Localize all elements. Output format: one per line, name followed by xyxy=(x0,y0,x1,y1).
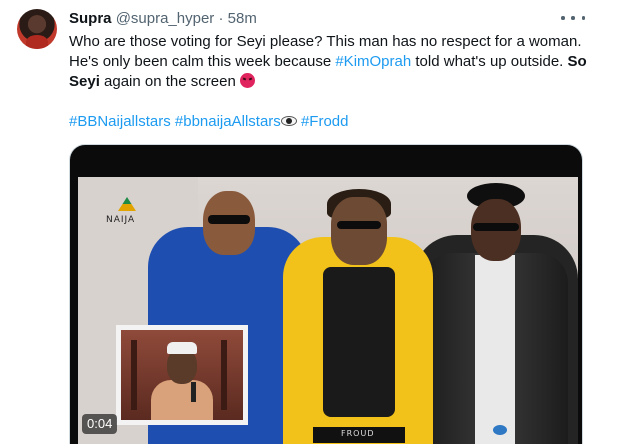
avatar[interactable] xyxy=(17,9,57,49)
person-head xyxy=(331,197,387,265)
hashtag-kimoprah[interactable]: #KimOprah xyxy=(335,53,411,70)
show-logo-text: NAIJA xyxy=(106,215,136,225)
photo-bar xyxy=(131,340,137,410)
tweet-text-part3: again on the screen xyxy=(99,73,240,90)
person-right xyxy=(413,183,578,444)
hashtag-bbnaija-allstars[interactable]: #bbnaijaAllstars xyxy=(175,113,281,130)
sunglasses xyxy=(337,221,381,229)
sunglasses xyxy=(473,223,519,231)
tweet-timestamp[interactable]: 58m xyxy=(228,10,257,27)
tweet-text: Who are those voting for Seyi please? Th… xyxy=(69,32,589,92)
author-handle[interactable]: @supra_hyper xyxy=(116,10,215,27)
photo-bar xyxy=(221,340,227,410)
framed-photo xyxy=(116,325,248,425)
person-center: FROUD xyxy=(283,189,433,444)
white-shirt xyxy=(475,255,515,444)
black-shirt xyxy=(323,267,395,417)
hashtag-line: #BBNaijallstars #bbnaijaAllstars #Frodd xyxy=(69,112,589,132)
belt-text: FROUD xyxy=(341,429,375,438)
video-player[interactable]: NAIJA FROUD 0:04 xyxy=(69,144,583,444)
sunglasses xyxy=(208,215,250,224)
hashtag-bbnaijallstars[interactable]: #BBNaijallstars xyxy=(69,113,171,130)
tweet-text-part2: told what's up outside. xyxy=(411,53,568,70)
hashtag-frodd[interactable]: #Frodd xyxy=(301,113,349,130)
video-duration: 0:04 xyxy=(82,414,118,434)
microphone xyxy=(191,382,196,402)
tweet-content: Supra @supra_hyper · 58m Who are those v… xyxy=(69,9,589,132)
angry-face-emoji-icon xyxy=(239,73,255,88)
tweet-header: Supra @supra_hyper · 58m xyxy=(69,9,589,29)
separator-dot: · xyxy=(218,10,224,27)
butterfly-print xyxy=(493,425,507,435)
eye-emoji-icon xyxy=(280,116,297,126)
robe xyxy=(151,380,213,420)
video-frame: NAIJA FROUD xyxy=(78,177,578,444)
author-name[interactable]: Supra xyxy=(69,10,112,27)
tweet: Supra @supra_hyper · 58m Who are those v… xyxy=(0,0,621,444)
white-cap xyxy=(167,342,197,354)
